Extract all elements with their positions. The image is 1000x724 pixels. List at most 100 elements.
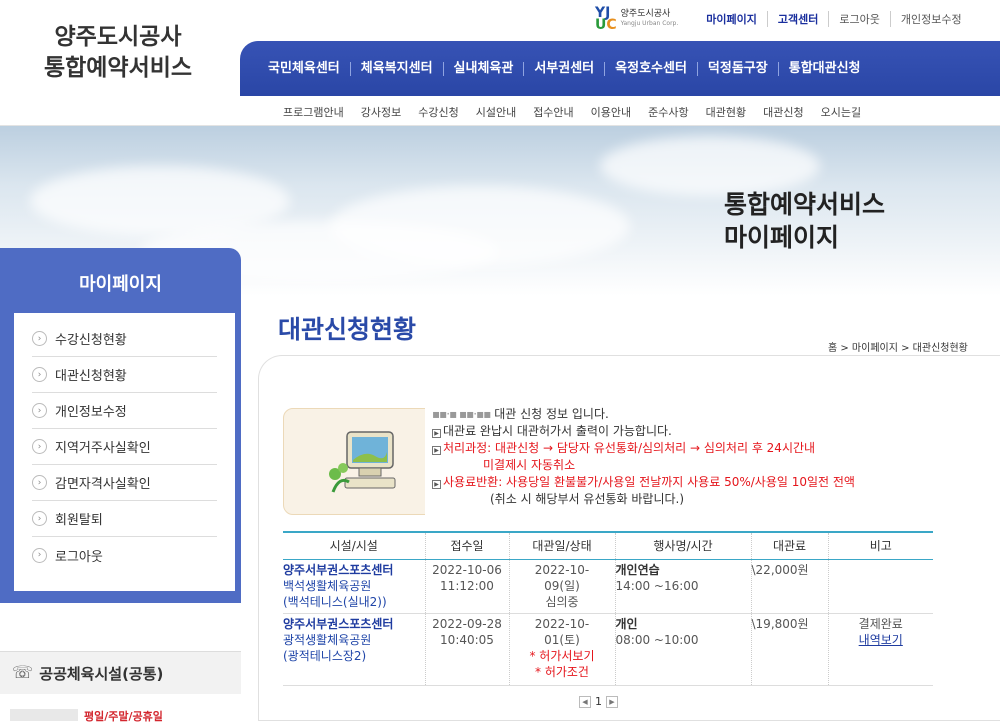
facility-title: 공공체육시설(공통) <box>39 664 164 683</box>
info-line-1: ▪▪·▪ ▪▪·▪▪ 대관 신청 정보 입니다. <box>432 407 609 421</box>
gnb-item-west-center[interactable]: 서부권센터 <box>523 61 604 76</box>
permit-view-link[interactable]: * 허가서보기 <box>529 649 594 663</box>
received-date: 2022-10-06 <box>432 562 502 577</box>
cell-fee: \22,000원 <box>750 559 828 614</box>
corp-logo-icon: YJ UC <box>595 5 617 33</box>
payment-status: 결제완료 <box>858 616 903 631</box>
sidebar-title: 마이페이지 <box>79 274 162 295</box>
subnav-instructors[interactable]: 강사정보 <box>361 104 401 120</box>
event-name: 개인 <box>615 616 638 631</box>
bullet-icon: ▶ <box>432 429 441 438</box>
logout-link[interactable]: 로그아웃 <box>828 11 889 27</box>
chevron-right-icon: › <box>32 331 47 346</box>
sidebar-item-label: 회원탈퇴 <box>55 513 103 528</box>
info-line-1-text: 대관 신청 정보 입니다. <box>494 407 609 421</box>
subnav-enroll[interactable]: 수강신청 <box>418 104 458 120</box>
received-time: 11:12:00 <box>440 578 494 593</box>
info-line-3: ▶ 처리과정: 대관신청 → 담당자 유선통화/심의처리 → 심의처리 후 24시… <box>432 440 855 457</box>
col-header-event: 행사명/시간 <box>614 531 751 560</box>
sidebar-item-withdraw[interactable]: › 회원탈퇴 <box>32 501 217 537</box>
chevron-right-icon: › <box>32 439 47 454</box>
site-title-line1: 양주도시공사 <box>54 24 182 50</box>
page-number[interactable]: 1 <box>595 695 602 708</box>
facility-name: 광적생활체육공원 <box>283 632 372 647</box>
sidebar-item-label: 감면자격사실확인 <box>55 477 151 492</box>
received-date: 2022-09-28 <box>432 616 502 631</box>
gnb-item-indoor-gym[interactable]: 실내체육관 <box>442 61 524 76</box>
hero-title-line1: 통합예약서비스 <box>724 190 886 219</box>
sidebar-item-label: 지역거주사실확인 <box>55 441 151 456</box>
use-date-part2: 09(일) <box>544 578 580 593</box>
corp-logo-name: 양주도시공사 <box>620 9 671 19</box>
cell-use-date: 2022-10- 09(일) 심의중 <box>508 559 615 614</box>
sidebar-item-label: 수강신청현황 <box>55 333 127 348</box>
received-time: 10:40:05 <box>440 632 494 647</box>
sidebar-item-discount-check[interactable]: › 감면자격사실확인 <box>32 465 217 501</box>
table-row: 양주서부권스포츠센터 광적생활체육공원 (광적테니스장2) 2022-09-28… <box>283 613 933 686</box>
use-date-part1: 2022-10- <box>534 616 590 631</box>
view-history-link[interactable]: 내역보기 <box>859 633 903 647</box>
subnav-usage[interactable]: 이용안내 <box>591 104 631 120</box>
pagination: ◀ 1 ▶ <box>575 695 622 708</box>
info-line-5: ▶ 사용료반환: 사용당일 환불불가/사용일 전날까지 사용료 50%/사용일 1… <box>432 474 855 491</box>
use-date-part1: 2022-10- <box>534 562 590 577</box>
subnav-directions[interactable]: 오시는길 <box>821 104 861 120</box>
facility-name: 백석생활체육공원 <box>283 578 372 593</box>
use-date-part2: 01(토) <box>544 632 580 647</box>
chevron-right-icon: › <box>32 547 47 563</box>
sidebar-item-logout[interactable]: › 로그아웃 <box>32 537 217 573</box>
subnav-reception[interactable]: 접수안내 <box>533 104 573 120</box>
table-row: 양주서부권스포츠센터 백석생활체육공원 (백석테니스(실내2)) 2022-10… <box>283 559 933 614</box>
subnav-rental-apply[interactable]: 대관신청 <box>763 104 803 120</box>
gnb-item-welfare-sports[interactable]: 체육복지센터 <box>349 61 443 76</box>
facility-thumbnail <box>10 709 78 721</box>
chevron-right-icon: › <box>32 511 47 526</box>
chevron-right-icon: › <box>32 367 47 382</box>
event-name: 개인연습 <box>615 562 660 577</box>
court-name: (백석테니스(실내2)) <box>283 594 387 609</box>
col-header-received: 접수일 <box>424 531 509 560</box>
phone-icon: ☏ <box>12 663 34 683</box>
edit-profile-link[interactable]: 개인정보수정 <box>889 11 972 27</box>
cell-received: 2022-09-28 10:40:05 <box>424 613 509 686</box>
prev-page-icon[interactable]: ◀ <box>579 695 591 708</box>
cell-fee: \19,800원 <box>750 613 828 686</box>
gnb-item-dome-stadium[interactable]: 덕정돔구장 <box>696 61 778 76</box>
cell-note: 결제완료 내역보기 <box>827 613 933 686</box>
subnav-rules[interactable]: 준수사항 <box>648 104 688 120</box>
sidebar-item-edit-profile[interactable]: › 개인정보수정 <box>32 393 217 429</box>
cell-received: 2022-10-06 11:12:00 <box>424 559 509 614</box>
gnb-item-rental-apply[interactable]: 통합대관신청 <box>777 61 871 76</box>
subnav-facilities[interactable]: 시설안내 <box>476 104 516 120</box>
next-page-icon[interactable]: ▶ <box>606 695 618 708</box>
sidebar-menu: › 수강신청현황 › 대관신청현황 › 개인정보수정 › 지역거주사실확인 › 감면자격사… <box>14 313 235 591</box>
corp-logo[interactable]: YJ UC 양주도시공사 Yangju Urban Corp. <box>595 5 678 33</box>
customer-center-link[interactable]: 고객센터 <box>766 11 828 27</box>
site-title-line2: 통합예약서비스 <box>43 55 193 81</box>
sidebar-item-rental-status[interactable]: › 대관신청현황 <box>32 357 217 393</box>
cell-event: 개인 08:00 ~10:00 <box>614 613 751 686</box>
subnav-programs[interactable]: 프로그램안내 <box>283 104 344 120</box>
mypage-link[interactable]: 마이페이지 <box>696 11 767 27</box>
gnb-item-national-sports[interactable]: 국민체육센터 <box>258 61 350 76</box>
subnav-rental-status[interactable]: 대관현황 <box>706 104 746 120</box>
page-title: 대관신청현황 <box>278 315 417 344</box>
chevron-right-icon: › <box>32 403 47 418</box>
breadcrumb: 홈 > 마이페이지 > 대관신청현황 <box>828 343 968 354</box>
sidebar-item-residency-check[interactable]: › 지역거주사실확인 <box>32 429 217 465</box>
info-line-3-text: 처리과정: 대관신청 → 담당자 유선통화/심의처리 → 심의처리 후 24시간… <box>443 441 816 455</box>
info-line-2: ▶ 대관료 완납시 대관허가서 출력이 가능합니다. <box>432 423 855 440</box>
info-line-4: 미결제시 자동취소 <box>483 458 576 472</box>
gnb-item-okjeong-center[interactable]: 옥정호수센터 <box>604 61 697 76</box>
rental-table: 시설/시설 접수일 대관일/상태 행사명/시간 대관료 비고 양주서부권스포츠센… <box>283 531 933 686</box>
cell-use-date: 2022-10- 01(토) * 허가서보기 * 허가조건 <box>508 613 615 686</box>
cell-note <box>827 559 933 614</box>
sub-nav: 프로그램안내 강사정보 수강신청 시설안내 접수안내 이용안내 준수사항 대관현… <box>283 104 878 120</box>
top-links: YJ UC 양주도시공사 Yangju Urban Corp. 마이페이지 고객센터… <box>595 5 972 33</box>
sidebar-item-label: 로그아웃 <box>55 549 103 565</box>
col-header-use-date: 대관일/상태 <box>508 531 615 560</box>
site-title[interactable]: 양주도시공사 통합예약서비스 <box>38 22 198 84</box>
permit-conditions-link[interactable]: * 허가조건 <box>535 665 589 679</box>
info-line-2-text: 대관료 완납시 대관허가서 출력이 가능합니다. <box>443 424 672 438</box>
sidebar-item-course-status[interactable]: › 수강신청현황 <box>32 321 217 357</box>
